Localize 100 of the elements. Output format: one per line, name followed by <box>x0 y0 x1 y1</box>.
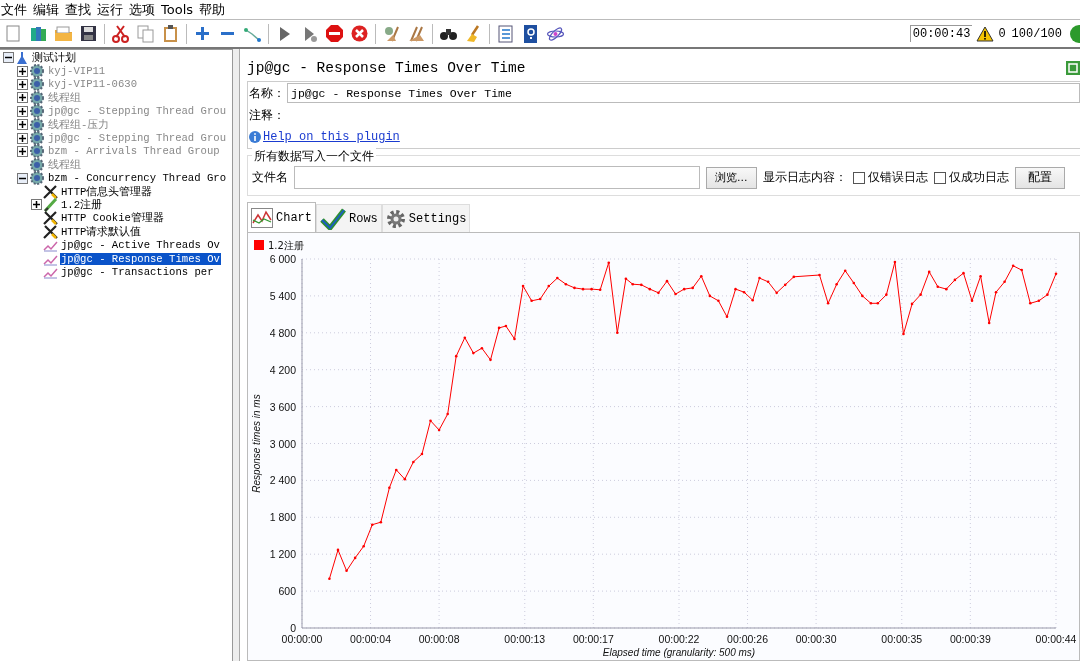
elapsed-timer: 00:00:43 <box>909 25 973 42</box>
data-point <box>530 299 533 303</box>
menu-item[interactable]: 选项 <box>129 0 158 19</box>
expand-toggle-icon[interactable] <box>17 172 28 184</box>
gear-icon <box>29 104 45 119</box>
menu-item[interactable]: 编辑 <box>33 0 62 19</box>
data-point <box>403 477 407 481</box>
data-point <box>700 274 703 278</box>
tree-item[interactable]: 1.2注册 <box>60 198 104 212</box>
data-point <box>936 285 940 288</box>
data-point <box>556 276 559 280</box>
data-point <box>437 428 441 432</box>
broom-gear-icon[interactable] <box>382 24 401 43</box>
data-point <box>388 486 391 490</box>
menu-item[interactable]: 运行 <box>97 0 126 19</box>
brooms-icon[interactable] <box>407 24 426 43</box>
y-tick-label: 0 <box>290 622 296 634</box>
data-point <box>624 277 628 280</box>
gear-icon <box>29 131 45 146</box>
gear-icon <box>29 64 45 79</box>
data-point <box>758 276 761 280</box>
plus-icon[interactable] <box>193 24 212 43</box>
config-button[interactable]: 配置 <box>1014 166 1065 189</box>
browse-button[interactable]: 浏览... <box>706 166 757 189</box>
data-point <box>682 287 686 291</box>
data-point <box>970 299 974 303</box>
data-point <box>1054 272 1058 276</box>
data-point <box>564 282 568 286</box>
data-point <box>876 302 880 305</box>
warning-icon[interactable] <box>976 25 995 42</box>
checkmark-icon <box>320 207 346 230</box>
books-icon[interactable] <box>29 24 48 43</box>
tab[interactable]: Chart <box>247 202 316 232</box>
save-icon[interactable] <box>79 24 98 43</box>
y-tick-label: 4 800 <box>269 326 296 339</box>
data-point <box>1029 302 1032 305</box>
maximize-icon[interactable] <box>1066 61 1080 75</box>
data-point <box>783 283 787 287</box>
menu-item[interactable]: 文件 <box>1 0 30 19</box>
data-point <box>598 288 602 292</box>
expand-toggle-icon[interactable] <box>31 199 42 211</box>
tree-item[interactable]: 测试计划 <box>31 50 77 65</box>
data-point <box>657 291 660 295</box>
name-label: 名称： <box>248 84 285 102</box>
tree-item[interactable]: jp@gc - Response Times Ov <box>60 252 221 265</box>
file-name-field[interactable] <box>294 166 700 189</box>
tree-item[interactable]: bzm - Concurrency Thread Gro <box>47 172 227 185</box>
tree-item[interactable]: jp@gc - Transactions per <box>60 265 215 278</box>
cut-icon[interactable] <box>111 24 130 43</box>
menu-item[interactable]: 查找 <box>65 0 94 19</box>
wrench-icon <box>43 211 58 226</box>
help-link[interactable]: Help on this plugin <box>263 130 400 144</box>
paste-icon[interactable] <box>161 24 180 43</box>
data-point <box>412 460 415 464</box>
data-point <box>1046 293 1049 296</box>
menu-item[interactable]: Tools <box>161 2 197 17</box>
data-point <box>394 468 398 472</box>
tree-item[interactable]: jp@gc - Active Threads Ov <box>60 239 221 252</box>
y-tick-label: 1 800 <box>269 511 296 524</box>
gear-icon <box>29 157 45 172</box>
data-point <box>631 282 635 286</box>
help-book-icon[interactable] <box>521 24 540 43</box>
x-tick-label: 00:00:22 <box>658 633 700 645</box>
tree-item[interactable]: HTTP请求默认值 <box>60 224 143 239</box>
y-tick-label: 2 400 <box>269 474 296 487</box>
flask-icon <box>15 50 29 65</box>
tree-item[interactable]: HTTP Cookie管理器 <box>60 211 165 226</box>
tab[interactable]: Rows <box>316 204 382 232</box>
data-point <box>497 326 501 330</box>
comment-label: 注释： <box>248 106 285 124</box>
x-tick-label: 00:00:04 <box>350 633 391 645</box>
file-group-title: 所有数据写入一个文件 <box>252 148 376 165</box>
shutdown-icon[interactable] <box>350 24 369 43</box>
menu-item[interactable]: 帮助 <box>199 0 229 19</box>
checkbox[interactable] <box>933 171 946 184</box>
data-point <box>725 315 729 319</box>
data-point <box>869 302 873 305</box>
name-field[interactable]: jp@gc - Response Times Over Time <box>287 83 1080 103</box>
data-point <box>994 290 998 294</box>
data-point <box>962 271 965 275</box>
checkbox[interactable] <box>852 171 865 184</box>
x-tick-label: 00:00:08 <box>418 633 460 645</box>
gear-icon <box>385 208 406 229</box>
data-point <box>472 351 475 355</box>
wrench-icon <box>43 184 58 199</box>
stop-icon[interactable] <box>325 24 344 43</box>
x-tick-label: 00:00:35 <box>881 633 923 645</box>
data-point <box>489 358 492 362</box>
data-point <box>1037 299 1041 303</box>
tab[interactable]: Settings <box>381 204 471 232</box>
data-point <box>616 331 619 335</box>
tree-item[interactable]: HTTP信息头管理器 <box>60 184 154 199</box>
list-icon[interactable] <box>496 24 515 43</box>
checkbox-label: 仅错误日志 <box>867 169 928 186</box>
y-axis-title: Response times in ms <box>251 394 262 493</box>
expand-toggle-icon[interactable] <box>3 52 14 64</box>
data-point <box>945 287 948 291</box>
data-point <box>902 332 905 336</box>
data-point <box>691 286 694 290</box>
atom-icon[interactable] <box>546 24 565 43</box>
